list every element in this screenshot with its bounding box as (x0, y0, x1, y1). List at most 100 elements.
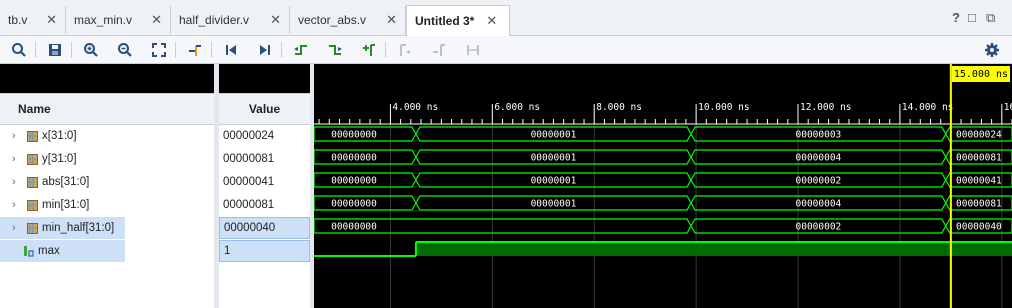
signal-value[interactable]: 00000041 (219, 171, 310, 193)
time-tick-label: 12.000 ns (800, 102, 851, 113)
bus-value-label: 00000001 (531, 199, 577, 210)
signal-row[interactable]: › min[31:0] (0, 194, 214, 216)
waveform-svg: 4.000 ns 6.000 ns 8.000 ns 10.000 ns 12.000 … (314, 64, 1012, 308)
bus-value-label: 00000004 (796, 199, 842, 210)
signal-row[interactable]: › y[31:0] (0, 148, 214, 170)
bus-signal-icon (27, 176, 38, 188)
chevron-right-icon[interactable]: › (12, 153, 24, 165)
zoom-fit-icon[interactable] (149, 40, 169, 60)
signal-row[interactable]: max (0, 240, 125, 262)
time-tick-label: 4.000 ns (392, 102, 438, 113)
name-column-header[interactable]: Name (0, 93, 214, 125)
signal-name: min_half[31:0] (42, 222, 115, 234)
tab-label: Untitled 3* (415, 14, 475, 28)
bus-value-label: 00000000 (331, 130, 377, 141)
signal-value-pane: Value 00000024 00000081 00000041 00000081 00… (219, 64, 310, 308)
bus-value-label: 00000003 (796, 130, 842, 141)
close-icon[interactable]: ✕ (486, 13, 497, 29)
signal-value[interactable]: 00000081 (219, 194, 310, 216)
tab-untitled-3[interactable]: Untitled 3* ✕ (406, 5, 510, 36)
bus-signal-icon (27, 199, 38, 211)
waveform-canvas[interactable]: 4.000 ns 6.000 ns 8.000 ns 10.000 ns 12.000 … (314, 64, 1012, 308)
signal-name: x[31:0] (42, 130, 77, 142)
time-tick-label: 6.000 ns (494, 102, 540, 113)
signal-name-pane: Name › x[31:0] › y[31:0] › abs[31:0] › min[31:0… (0, 64, 214, 308)
bus-signal-icon (27, 222, 38, 234)
cursor-time-label[interactable]: 15.000 ns (951, 66, 1011, 82)
waveform-toolbar (0, 36, 1012, 64)
bit-high-fill (691, 242, 946, 256)
signal-value[interactable]: 00000040 (219, 217, 310, 239)
bit-high-fill (945, 242, 1012, 256)
close-icon[interactable]: ✕ (46, 12, 57, 28)
save-icon[interactable] (45, 40, 65, 60)
signal-value[interactable]: 00000024 (219, 125, 310, 147)
bus-value-label: 00000002 (796, 222, 842, 233)
time-tick-label: 8.000 ns (596, 102, 642, 113)
signal-row[interactable]: › x[31:0] (0, 125, 214, 147)
close-icon[interactable]: ✕ (270, 12, 281, 28)
bit-high-fill (415, 242, 692, 256)
value-column-header[interactable]: Value (219, 93, 310, 125)
swap-cursors-icon[interactable] (463, 40, 483, 60)
signal-value[interactable]: 1 (219, 240, 310, 262)
tab-vector-abs[interactable]: vector_abs.v ✕ (290, 6, 406, 34)
signal-name: abs[31:0] (42, 176, 90, 188)
signal-value[interactable]: 00000081 (219, 148, 310, 170)
go-to-time-0-icon[interactable] (221, 40, 241, 60)
bus-value-label: 00000081 (956, 199, 1002, 210)
time-tick-label: 10.000 ns (698, 102, 749, 113)
chevron-right-icon[interactable]: › (12, 176, 24, 188)
value-pane-header-band (219, 64, 310, 93)
tab-bar: tb.v ✕ max_min.v ✕ half_divider.v ✕ vect… (0, 0, 1012, 36)
signal-name: y[31:0] (42, 153, 77, 165)
next-transition-icon[interactable] (325, 40, 345, 60)
gear-icon[interactable] (982, 40, 1002, 60)
bus-value-label: 00000001 (531, 130, 577, 141)
bus-value-label: 00000002 (796, 176, 842, 187)
signal-row[interactable]: › min_half[31:0] (0, 217, 125, 239)
bus-value-label: 00000000 (331, 222, 377, 233)
go-to-last-time-icon[interactable] (255, 40, 275, 60)
signal-name: max (38, 245, 60, 257)
next-marker-icon[interactable] (429, 40, 449, 60)
bus-value-label: 00000001 (531, 153, 577, 164)
chevron-right-icon[interactable]: › (12, 130, 24, 142)
add-marker-icon[interactable] (359, 40, 379, 60)
close-icon[interactable]: ✕ (151, 12, 162, 28)
close-icon[interactable]: ✕ (386, 12, 397, 28)
tab-label: tb.v (8, 13, 28, 27)
zoom-in-icon[interactable] (81, 40, 101, 60)
bit-signal-icon (23, 245, 34, 257)
chevron-right-icon[interactable]: › (12, 199, 24, 211)
maximize-icon[interactable]: □ (968, 10, 976, 25)
tab-tb[interactable]: tb.v ✕ (0, 6, 66, 34)
tab-label: half_divider.v (179, 13, 250, 27)
tab-max-min[interactable]: max_min.v ✕ (66, 6, 171, 34)
previous-marker-icon[interactable] (395, 40, 415, 60)
go-to-cursor-icon[interactable] (185, 40, 205, 60)
zoom-out-icon[interactable] (115, 40, 135, 60)
bus-signal-icon (27, 130, 38, 142)
bus-value-label: 00000004 (796, 153, 842, 164)
bus-value-label: 00000024 (956, 130, 1002, 141)
bus-value-label: 00000081 (956, 153, 1002, 164)
bus-value-label: 00000001 (531, 176, 577, 187)
help-icon[interactable]: ? (952, 10, 960, 25)
signal-row[interactable]: › abs[31:0] (0, 171, 214, 193)
previous-transition-icon[interactable] (291, 40, 311, 60)
time-tick-label: 14.000 ns (902, 102, 953, 113)
tab-label: vector_abs.v (298, 13, 367, 27)
bus-value-label: 00000000 (331, 199, 377, 210)
tab-half-divider[interactable]: half_divider.v ✕ (171, 6, 290, 34)
name-pane-header-band (0, 64, 214, 93)
search-icon[interactable] (9, 40, 29, 60)
bus-value-label: 00000040 (956, 222, 1002, 233)
chevron-right-icon[interactable]: › (12, 222, 24, 234)
restore-icon[interactable]: ⧉ (986, 10, 995, 26)
bus-value-label: 00000000 (331, 176, 377, 187)
bus-value-label: 00000000 (331, 153, 377, 164)
bus-value-label: 00000041 (956, 176, 1002, 187)
bus-signal-icon (27, 153, 38, 165)
time-tick-label: 16. (1004, 102, 1012, 113)
